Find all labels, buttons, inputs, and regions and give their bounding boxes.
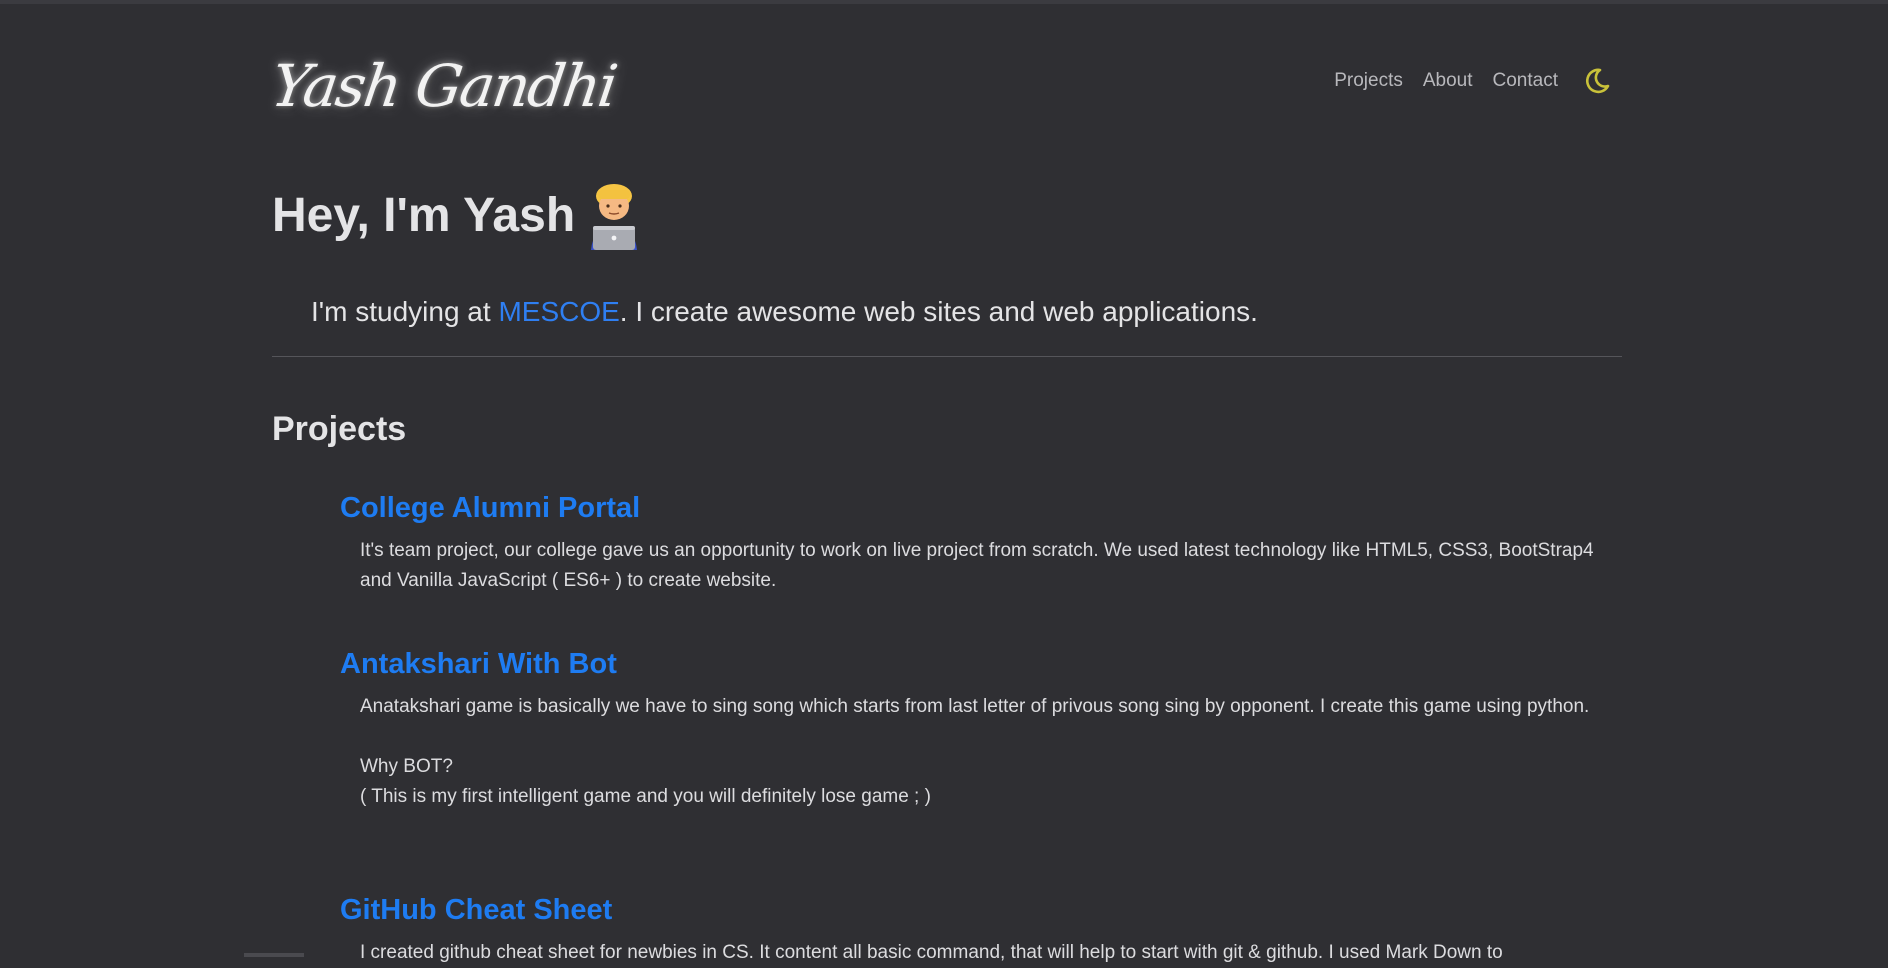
project-description: I created github cheat sheet for newbies…	[360, 942, 1503, 963]
project-description: Anatakshari game is basically we have to…	[360, 696, 1590, 807]
projects-heading: Projects	[272, 410, 407, 448]
nav-link-projects[interactable]: Projects	[1334, 70, 1403, 92]
theme-toggle-moon-icon	[1585, 68, 1610, 94]
mescoe-link[interactable]: MESCOE	[498, 296, 619, 327]
hero-heading: Hey, I'm Yash	[272, 180, 643, 250]
site-logo[interactable]: Yash Gandhi	[265, 38, 620, 134]
section-divider	[272, 356, 1622, 357]
intro-text: I'm studying at MESCOE. I create awesome…	[311, 296, 1258, 328]
nav-link-contact[interactable]: Contact	[1493, 70, 1558, 92]
site-header: Yash Gandhi Projects About Contact	[267, 38, 1622, 138]
intro-suffix: . I create awesome web sites and web app…	[619, 296, 1258, 327]
moon-icon[interactable]	[1582, 66, 1612, 96]
project-item: College Alumni Portal It's team project,…	[340, 490, 1610, 596]
project-description: It's team project, our college gave us a…	[360, 540, 1594, 591]
hero-title-text: Hey, I'm Yash	[272, 188, 576, 242]
project-title-link[interactable]: Antakshari With Bot	[340, 646, 617, 682]
intro-prefix: I'm studying at	[311, 296, 499, 327]
page-container: Yash Gandhi Projects About Contact Hey, …	[267, 0, 1622, 963]
horizontal-scrollbar[interactable]	[244, 953, 304, 957]
project-title-link[interactable]: GitHub Cheat Sheet	[340, 892, 612, 928]
project-title-link[interactable]: College Alumni Portal	[340, 490, 640, 526]
technologist-emoji-icon	[585, 180, 643, 250]
main-nav: Projects About Contact	[1334, 66, 1622, 96]
nav-link-about[interactable]: About	[1423, 70, 1473, 92]
project-item: Antakshari With Bot Anatakshari game is …	[340, 646, 1610, 812]
